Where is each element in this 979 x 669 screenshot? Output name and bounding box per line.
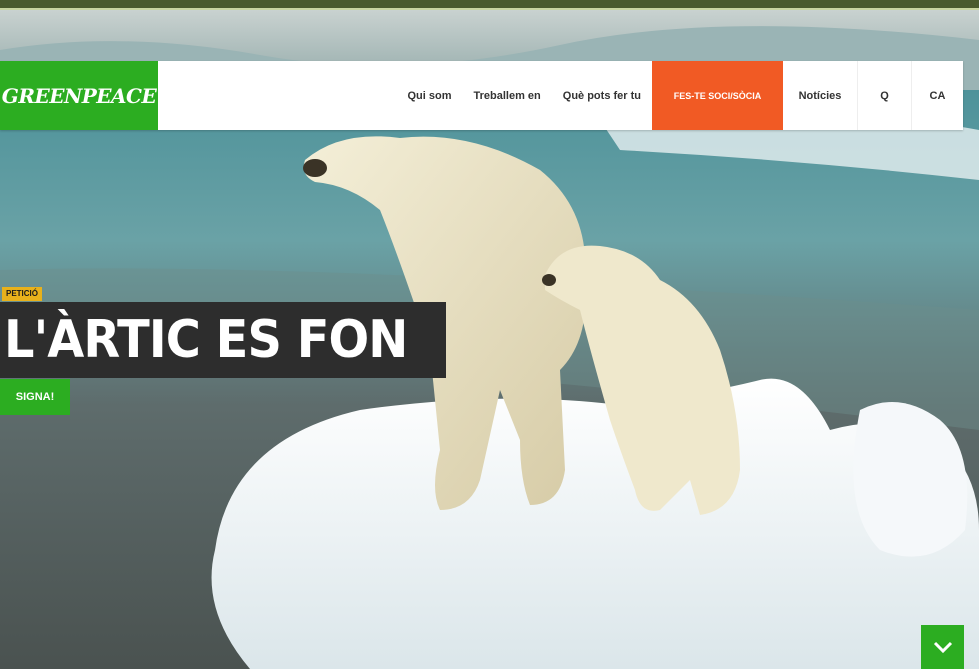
petition-tag: PETICIÓ <box>2 287 43 301</box>
hero-headline-text: L'ÀRTIC ES FON <box>4 310 408 370</box>
main-navigation: GREENPEACE Qui som Treballem en Què pots… <box>0 61 963 130</box>
become-member-button[interactable]: FES-TE SOCI/SÒCIA <box>652 61 783 130</box>
nav-item-que-pots-fer-tu[interactable]: Què pots fer tu <box>552 61 652 130</box>
language-selector[interactable]: CA <box>911 61 963 130</box>
nav-item-treballem-en[interactable]: Treballem en <box>463 61 552 130</box>
greenpeace-logo[interactable]: GREENPEACE <box>0 61 158 130</box>
nav-item-noticies[interactable]: Notícies <box>783 61 857 130</box>
logo-text: GREENPEACE <box>1 83 157 108</box>
sign-petition-button[interactable]: SIGNA! <box>0 379 70 415</box>
nav-item-qui-som[interactable]: Qui som <box>396 61 462 130</box>
chevron-down-icon <box>933 641 952 653</box>
window-top-border <box>0 0 979 10</box>
search-icon[interactable]: Q <box>857 61 911 130</box>
hero-headline: L'ÀRTIC ES FON <box>0 302 447 378</box>
scroll-down-button[interactable] <box>921 625 964 669</box>
